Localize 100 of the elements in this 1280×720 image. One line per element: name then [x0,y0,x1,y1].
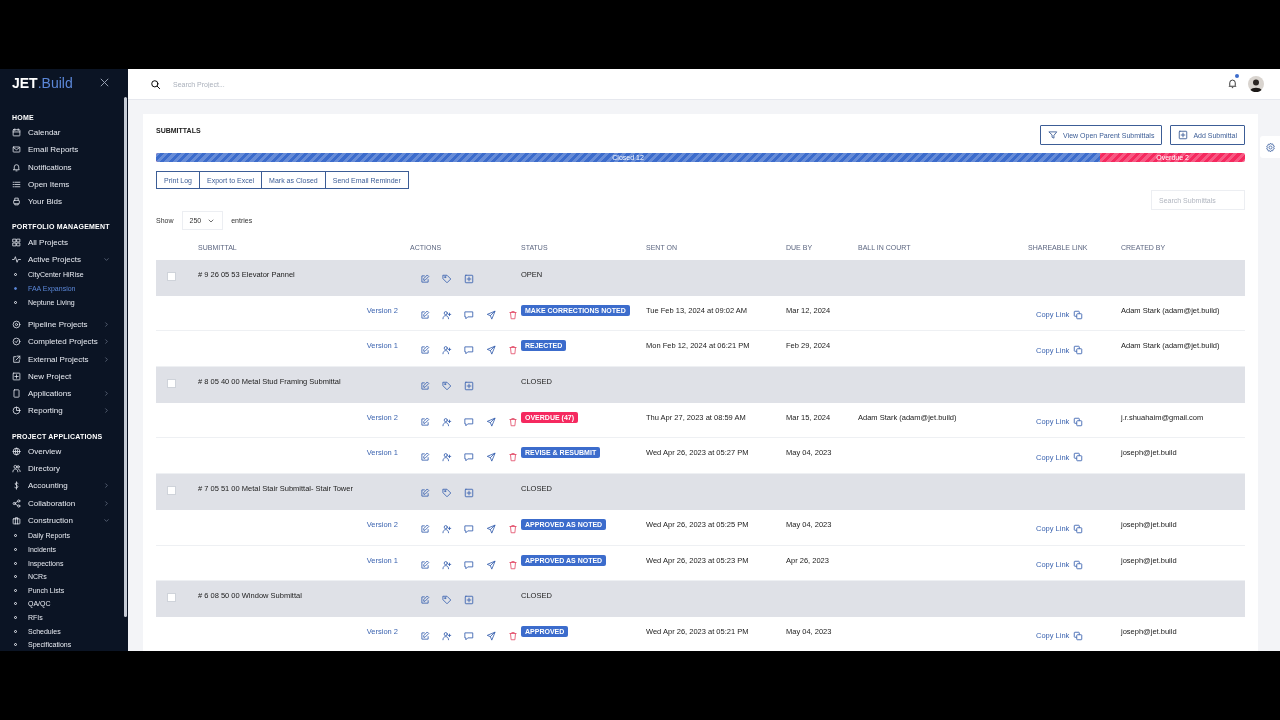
external-link-icon [12,354,21,364]
copy-icon [1073,416,1084,427]
sidebar-item[interactable]: Active Projects [0,250,122,269]
checkbox[interactable] [167,486,176,496]
chevron-icon [103,482,110,490]
copy-icon [1073,630,1084,641]
sidebar-item[interactable]: Construction [0,511,122,530]
message-icon [464,630,474,641]
check-circle-icon [12,337,21,347]
edit-icon [420,630,430,641]
send-icon [486,559,496,570]
filter-icon [1048,130,1059,140]
briefcase-icon [12,515,21,525]
users-icon [12,464,21,474]
checkbox[interactable] [167,379,176,389]
sidebar-item[interactable]: Collaboration [0,494,122,512]
user-plus-icon [442,559,452,570]
user-plus-icon [442,416,452,427]
sidebar-item[interactable]: Email Reports [0,141,122,159]
message-icon [464,416,474,427]
sidebar-item[interactable]: Completed Projects [0,333,122,351]
sidebar-item[interactable]: Applications [0,385,122,403]
sidebar-item[interactable]: Reporting [0,402,122,420]
message-icon [464,452,474,463]
sidebar-item[interactable]: Open Items [0,175,122,194]
checkbox[interactable] [167,272,176,281]
plus-square-icon [464,381,474,392]
edit-icon [420,559,430,570]
trash-icon [508,630,518,641]
edit-icon [420,381,430,392]
sidebar-item[interactable]: Pipeline Projects [0,315,122,334]
close-icon [99,77,110,88]
copy-icon [1073,523,1084,534]
mail-icon [12,145,21,155]
send-icon [486,416,496,427]
message-icon [464,523,474,534]
plus-square-icon [464,595,474,606]
checkbox[interactable] [167,593,176,603]
pie-chart-icon [12,406,21,416]
tag-icon [442,595,452,606]
edit-icon [420,488,430,499]
tag-icon [442,381,452,392]
dollar-icon [12,481,21,491]
globe-icon [12,446,21,456]
sidebar-item[interactable]: Calendar [0,124,122,142]
tag-icon [442,488,452,499]
scrollbar[interactable] [124,97,127,617]
plus-square-icon [464,274,474,284]
message-icon [464,559,474,570]
sidebar-item[interactable]: Overview [0,442,122,460]
printer-icon [12,197,21,207]
settings-icon[interactable] [1260,136,1280,158]
tablet-icon [12,389,21,399]
plus-square-icon [464,488,474,499]
avatar[interactable] [1248,76,1264,92]
trash-icon [508,452,518,463]
logo[interactable]: JET.Build [12,75,73,91]
chevron-icon [103,390,110,398]
trash-icon [508,523,518,534]
copy-icon [1073,452,1084,463]
chevron-icon [103,255,110,263]
copy-icon [1073,345,1084,356]
list-icon [12,180,21,190]
edit-icon [420,274,430,284]
trash-icon [508,559,518,570]
user-plus-icon [442,523,452,534]
chevron-icon [103,338,110,346]
trash-icon [508,345,518,356]
edit-icon [420,595,430,606]
message-icon [464,345,474,356]
user-plus-icon [442,452,452,463]
tag-icon [442,274,452,284]
plus-square-icon [12,371,21,381]
bell-icon [12,162,21,172]
user-plus-icon [442,630,452,641]
grid-icon [12,237,21,247]
search-icon [150,78,161,90]
chevron-icon [103,407,110,415]
sidebar-item[interactable]: Notifications [0,158,122,176]
sidebar-item[interactable]: New Project [0,367,122,386]
edit-icon [420,416,430,427]
copy-icon [1073,309,1084,320]
edit-icon [420,523,430,534]
user-plus-icon [442,309,452,320]
sidebar-item[interactable]: Directory [0,459,122,478]
sidebar-item[interactable]: Accounting [0,477,122,495]
trash-icon [508,309,518,320]
user-plus-icon [442,345,452,356]
send-icon [486,309,496,320]
trash-icon [508,416,518,427]
sidebar-item[interactable]: Your Bids [0,193,122,211]
target-icon [12,320,21,329]
share-icon [12,498,21,508]
chevron-icon [103,321,110,328]
sidebar-item[interactable]: External Projects [0,350,122,368]
calendar-icon [12,128,21,138]
pulse-icon [12,254,21,264]
sidebar-item[interactable]: All Projects [0,233,122,251]
message-icon [464,309,474,320]
chevron-icon [103,355,110,363]
